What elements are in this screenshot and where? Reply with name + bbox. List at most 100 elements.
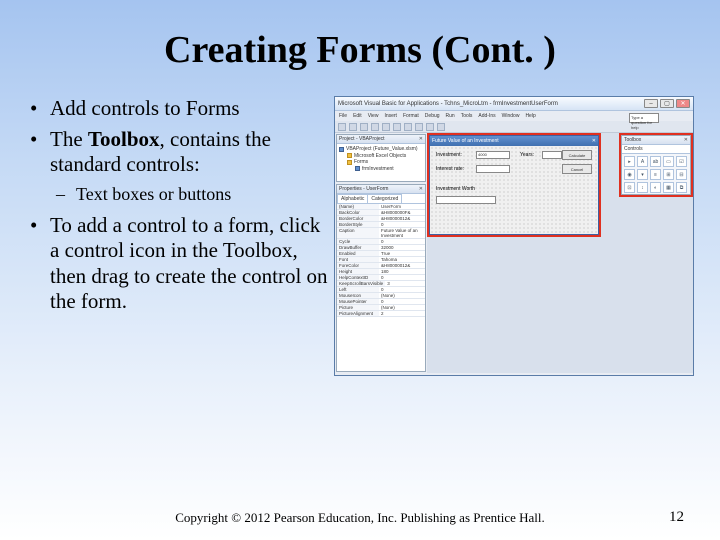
input-interest[interactable] (476, 165, 510, 173)
button-cancel[interactable]: Cancel (562, 164, 592, 174)
toolbar-icon[interactable] (360, 123, 368, 131)
property-value[interactable]: &H80000012& (379, 216, 425, 221)
input-years[interactable] (542, 151, 562, 159)
property-name: Font (337, 257, 379, 262)
bullet-2-bold: Toolbox (88, 127, 160, 151)
property-value[interactable]: 3 (385, 281, 425, 286)
property-row[interactable]: CaptionFuture Value of an Investment (337, 228, 425, 239)
toolbar-icon[interactable] (349, 123, 357, 131)
property-name: KeepScrollBarsVisible (337, 281, 385, 286)
menu-help[interactable]: Help (525, 113, 535, 119)
minimize-button[interactable]: – (644, 99, 658, 108)
page-number: 12 (669, 509, 684, 526)
toolbar-icon[interactable] (382, 123, 390, 131)
property-value[interactable]: True (379, 251, 425, 256)
toolbox-control-icon[interactable]: ▦ (663, 182, 674, 193)
toolbox-control-icon[interactable]: ≡ (650, 169, 661, 180)
toolbox-control-icon[interactable]: ▸ (624, 156, 635, 167)
property-value[interactable]: 0 (379, 299, 425, 304)
menu-addins[interactable]: Add-Ins (478, 113, 495, 119)
property-grid[interactable]: (Name)UserFormBackColor&H8000000F&Border… (337, 204, 425, 317)
toolbox-control-icon[interactable]: A (637, 156, 648, 167)
panel-close-icon[interactable]: ✕ (419, 136, 423, 142)
userform-body[interactable]: Investment: 4000 Interest rate: Years: C… (430, 146, 598, 234)
button-calculate[interactable]: Calculate (562, 150, 592, 160)
property-name: Enabled (337, 251, 379, 256)
property-value[interactable]: Tahoma (379, 257, 425, 262)
bullet-1: Add controls to Forms (28, 96, 328, 121)
menu-debug[interactable]: Debug (425, 113, 440, 119)
userform-close-icon[interactable]: ✕ (592, 138, 596, 144)
property-value[interactable]: UserForm (379, 204, 425, 209)
toolbox-control-icon[interactable]: ◐ (650, 182, 661, 193)
input-investment[interactable]: 4000 (476, 151, 510, 159)
property-value[interactable]: (None) (379, 293, 425, 298)
property-name: Left (337, 287, 379, 292)
userform-designer[interactable]: Future Value of an Investment ✕ Investme… (429, 135, 599, 235)
toolbar-icon[interactable] (415, 123, 423, 131)
property-value[interactable]: 0 (379, 239, 425, 244)
property-row[interactable]: PictureAlignment2 (337, 311, 425, 317)
property-name: ForeColor (337, 263, 379, 268)
folder-icon (347, 160, 352, 165)
property-value[interactable]: 180 (379, 269, 425, 274)
label-years: Years: (520, 152, 534, 158)
property-value[interactable]: Future Value of an Investment (379, 228, 425, 238)
toolbox-control-icon[interactable]: ⊞ (663, 169, 674, 180)
panel-close-icon[interactable]: ✕ (684, 137, 688, 143)
vba-title-text: Microsoft Visual Basic for Applications … (338, 101, 558, 107)
property-value[interactable]: 2 (379, 311, 425, 316)
output-worth[interactable] (436, 196, 496, 204)
maximize-button[interactable]: ▢ (660, 99, 674, 108)
toolbox-control-icon[interactable]: ⊡ (624, 182, 635, 193)
label-worth: Investment Worth (436, 186, 475, 192)
toolbar-icon[interactable] (437, 123, 445, 131)
property-name: BorderStyle (337, 222, 379, 227)
properties-panel-title: Properties - UserForm ✕ (337, 185, 425, 194)
toolbox-control-icon[interactable]: ⊟ (676, 169, 687, 180)
toolbox-control-icon[interactable]: ▭ (663, 156, 674, 167)
property-value[interactable]: 0 (379, 275, 425, 280)
project-icon (339, 147, 344, 152)
property-name: BackColor (337, 210, 379, 215)
window-buttons: – ▢ ✕ (644, 99, 690, 108)
property-value[interactable]: 0 (379, 287, 425, 292)
property-value[interactable]: &H80000012& (379, 263, 425, 268)
vba-toolbar: Type a question for help (335, 121, 693, 133)
project-tree[interactable]: VBAProject (Future_Value.xlsm) Microsoft… (337, 144, 425, 174)
property-value[interactable]: &H8000000F& (379, 210, 425, 215)
close-button[interactable]: ✕ (676, 99, 690, 108)
toolbox-control-icon[interactable]: ☑ (676, 156, 687, 167)
toolbar-icon[interactable] (404, 123, 412, 131)
menu-format[interactable]: Format (403, 113, 419, 119)
toolbar-icon[interactable] (338, 123, 346, 131)
panel-close-icon[interactable]: ✕ (419, 186, 423, 192)
toolbar-icon[interactable] (426, 123, 434, 131)
vba-body: Project - VBAProject ✕ VBAProject (Futur… (335, 133, 693, 373)
toolbox-control-icon[interactable]: ↕ (637, 182, 648, 193)
tab-categorized[interactable]: Categorized (367, 194, 402, 203)
property-value[interactable]: 0 (379, 222, 425, 227)
property-name: HelpContextID (337, 275, 379, 280)
menu-tools[interactable]: Tools (461, 113, 473, 119)
menu-view[interactable]: View (368, 113, 379, 119)
toolbox-control-icon[interactable]: ◉ (624, 169, 635, 180)
help-search-box[interactable]: Type a question for help (629, 113, 659, 123)
toolbox-tab[interactable]: Controls (622, 145, 690, 154)
toolbox-control-icon[interactable]: ab (650, 156, 661, 167)
property-value[interactable]: (None) (379, 305, 425, 310)
toolbox-control-icon[interactable]: ⧉ (676, 182, 687, 193)
menu-window[interactable]: Window (502, 113, 520, 119)
menu-run[interactable]: Run (446, 113, 455, 119)
toolbar-icon[interactable] (371, 123, 379, 131)
tab-alphabetic[interactable]: Alphabetic (337, 194, 368, 203)
menu-insert[interactable]: Insert (384, 113, 397, 119)
menu-edit[interactable]: Edit (353, 113, 362, 119)
slide-title: Creating Forms (Cont. ) (0, 0, 720, 72)
property-value[interactable]: 32000 (379, 245, 425, 250)
toolbox-control-icon[interactable]: ▾ (637, 169, 648, 180)
menu-file[interactable]: File (339, 113, 347, 119)
toolbar-icon[interactable] (393, 123, 401, 131)
property-name: Height (337, 269, 379, 274)
tree-item[interactable]: frmInvestment (362, 166, 394, 173)
